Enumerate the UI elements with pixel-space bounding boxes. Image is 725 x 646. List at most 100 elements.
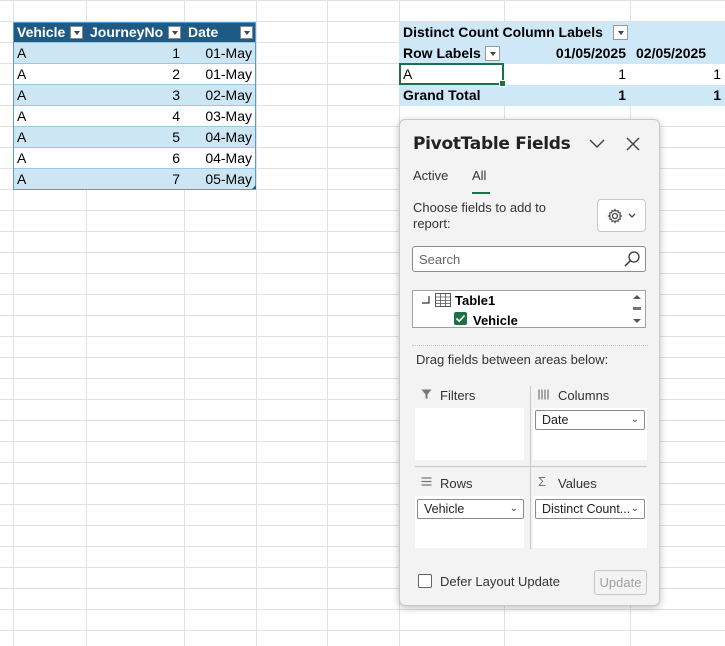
pivot-value-cell[interactable]: 1 bbox=[630, 64, 725, 85]
chevron-down-icon: ⌄ bbox=[630, 414, 639, 425]
columns-drop-zone[interactable]: Date ⌄ bbox=[533, 408, 647, 460]
field-list[interactable]: Table1 Vehicle bbox=[412, 290, 646, 328]
cell-journeyno[interactable]: 3 bbox=[86, 85, 184, 106]
cell-date[interactable]: 04-May bbox=[184, 148, 256, 169]
rows-field-pill[interactable]: Vehicle ⌄ bbox=[417, 499, 524, 519]
table-icon bbox=[435, 293, 451, 307]
values-area-label: Values bbox=[558, 476, 597, 491]
column-labels-filter-icon[interactable] bbox=[613, 25, 628, 40]
cell-vehicle[interactable]: A bbox=[13, 106, 86, 127]
grid-line bbox=[256, 0, 257, 646]
cell-date[interactable]: 05-May bbox=[184, 169, 256, 190]
pane-options-button[interactable] bbox=[587, 134, 607, 154]
pivot-grand-total-value[interactable]: 1 bbox=[504, 85, 630, 106]
pivot-column-header[interactable]: 02/05/2025 bbox=[630, 43, 725, 64]
field-list-scrollbar[interactable] bbox=[632, 294, 642, 324]
field-name[interactable]: Vehicle bbox=[473, 313, 518, 327]
table-row[interactable]: A 7 05-May bbox=[13, 169, 256, 190]
tree-collapse-icon[interactable] bbox=[421, 295, 431, 305]
values-field-pill[interactable]: Distinct Count... ⌄ bbox=[535, 499, 645, 519]
filter-icon bbox=[421, 389, 432, 399]
filter-dropdown-icon[interactable] bbox=[168, 26, 181, 39]
columns-field-pill[interactable]: Date ⌄ bbox=[535, 410, 645, 430]
rows-icon bbox=[421, 477, 432, 486]
table-resize-handle[interactable] bbox=[252, 185, 256, 189]
cell-vehicle[interactable]: A bbox=[13, 169, 86, 190]
columns-area-label: Columns bbox=[558, 388, 610, 403]
cell-date[interactable]: 04-May bbox=[184, 127, 256, 148]
search-icon[interactable] bbox=[623, 250, 641, 268]
pivot-grand-total-value[interactable]: 1 bbox=[630, 85, 725, 106]
tree-table-name[interactable]: Table1 bbox=[455, 293, 495, 308]
defer-layout-checkbox[interactable] bbox=[418, 574, 432, 588]
chevron-down-icon: ⌄ bbox=[509, 503, 518, 514]
table-row[interactable]: A 1 01-May bbox=[13, 43, 256, 64]
values-drop-zone[interactable]: Distinct Count... ⌄ bbox=[533, 496, 647, 548]
table-row[interactable]: A 6 04-May bbox=[13, 148, 256, 169]
pivot-column-header-row: Row Labels 01/05/2025 02/05/2025 bbox=[399, 43, 725, 64]
selected-tab-indicator bbox=[472, 192, 490, 194]
cell-vehicle[interactable]: A bbox=[13, 148, 86, 169]
choose-fields-text: Choose fields to add to report: bbox=[413, 200, 546, 231]
cell-vehicle[interactable]: A bbox=[13, 43, 86, 64]
grid-line bbox=[327, 0, 328, 646]
row-labels-filter-icon[interactable] bbox=[485, 46, 500, 61]
close-pane-button[interactable] bbox=[623, 134, 643, 154]
table-row[interactable]: A 5 04-May bbox=[13, 127, 256, 148]
cell-date[interactable]: 01-May bbox=[184, 43, 256, 64]
header-cell[interactable]: Date bbox=[184, 22, 256, 43]
tab-active[interactable]: Active bbox=[413, 168, 448, 183]
source-table[interactable]: Vehicle JourneyNo Date A 1 01-May A 2 01… bbox=[13, 22, 256, 190]
pivot-header-row: Distinct Count Column Labels bbox=[399, 22, 725, 43]
pivot-grand-total-row: Grand Total 1 1 bbox=[399, 85, 725, 106]
pivot-column-header[interactable]: 01/05/2025 bbox=[504, 43, 630, 64]
rows-drop-zone[interactable]: Vehicle ⌄ bbox=[415, 496, 524, 548]
cell-journeyno[interactable]: 4 bbox=[86, 106, 184, 127]
filter-dropdown-icon[interactable] bbox=[70, 26, 83, 39]
cell-journeyno[interactable]: 6 bbox=[86, 148, 184, 169]
cell-date[interactable]: 02-May bbox=[184, 85, 256, 106]
chevron-down-icon bbox=[628, 213, 636, 218]
header-vehicle: Vehicle bbox=[17, 24, 66, 40]
filter-dropdown-icon[interactable] bbox=[240, 26, 253, 39]
pivot-value-cell[interactable]: 1 bbox=[504, 64, 630, 85]
cell-vehicle[interactable]: A bbox=[13, 64, 86, 85]
pane-divider bbox=[412, 345, 648, 346]
table-row[interactable]: A 4 03-May bbox=[13, 106, 256, 127]
table-header-row: Vehicle JourneyNo Date bbox=[13, 22, 256, 43]
cell-journeyno[interactable]: 7 bbox=[86, 169, 184, 190]
drag-fields-hint: Drag fields between areas below: bbox=[416, 352, 609, 367]
chevron-down-icon bbox=[589, 139, 605, 149]
cell-date[interactable]: 03-May bbox=[184, 106, 256, 127]
cell-date[interactable]: 01-May bbox=[184, 64, 256, 85]
cell-journeyno[interactable]: 2 bbox=[86, 64, 184, 85]
pivot-grand-total-label[interactable]: Grand Total bbox=[399, 85, 504, 106]
pivot-row-labels: Row Labels bbox=[403, 45, 481, 61]
table-row[interactable]: A 2 01-May bbox=[13, 64, 256, 85]
field-settings-button[interactable] bbox=[597, 199, 646, 232]
header-cell[interactable]: JourneyNo bbox=[86, 22, 184, 43]
area-divider bbox=[415, 466, 647, 467]
update-button[interactable]: Update bbox=[594, 570, 647, 595]
header-journeyno: JourneyNo bbox=[90, 24, 164, 40]
cell-vehicle[interactable]: A bbox=[13, 127, 86, 148]
pivot-measure-label: Distinct Count bbox=[403, 24, 499, 40]
header-cell[interactable]: Vehicle bbox=[13, 22, 86, 43]
columns-field-label: Date bbox=[542, 413, 569, 427]
area-divider bbox=[530, 386, 531, 549]
sigma-icon: Σ bbox=[538, 474, 547, 489]
tab-all[interactable]: All bbox=[472, 168, 486, 183]
header-date: Date bbox=[188, 24, 219, 40]
table-row[interactable]: A 3 02-May bbox=[13, 85, 256, 106]
filters-drop-zone[interactable] bbox=[415, 408, 524, 460]
search-input[interactable] bbox=[419, 250, 609, 268]
pivottable-fields-pane[interactable]: PivotTable Fields Active All Choose fiel… bbox=[399, 119, 660, 606]
defer-layout-label: Defer Layout Update bbox=[440, 574, 560, 589]
checkbox-checked-icon[interactable] bbox=[454, 312, 467, 325]
cell-journeyno[interactable]: 5 bbox=[86, 127, 184, 148]
pivot-title-cell[interactable]: Distinct Count Column Labels bbox=[399, 22, 639, 43]
cell-vehicle[interactable]: A bbox=[13, 85, 86, 106]
columns-icon bbox=[538, 389, 549, 400]
field-search-box[interactable] bbox=[412, 246, 646, 272]
cell-journeyno[interactable]: 1 bbox=[86, 43, 184, 64]
